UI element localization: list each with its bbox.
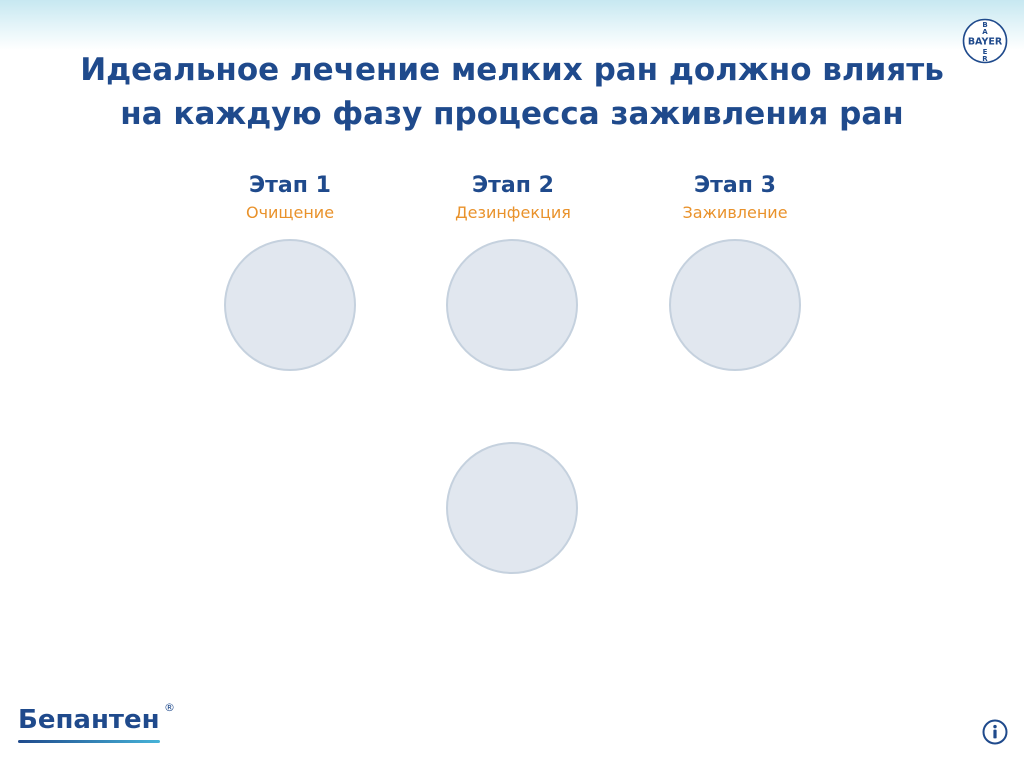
stage-1-subtitle: Очищение: [245, 203, 335, 222]
page-title: Идеальное лечение мелких ран должно влия…: [0, 48, 1024, 136]
registered-mark: ®: [164, 701, 175, 714]
stage-2-circle-button[interactable]: [446, 239, 578, 371]
page-title-line-2: на каждую фазу процесса заживления ран: [120, 96, 904, 132]
stage-2-subtitle: Дезинфекция: [455, 203, 571, 222]
stage-3-title: Этап 3: [694, 173, 776, 198]
brand-name: Бепантен: [18, 705, 160, 735]
brand-logo: Бепантен ®: [18, 702, 175, 748]
stage-1-title: Этап 1: [249, 173, 331, 198]
header-gradient: [0, 0, 1024, 50]
stage-3-heading: Этап 3 Заживление: [635, 170, 835, 224]
page-title-line-1: Идеальное лечение мелких ран должно влия…: [80, 52, 944, 88]
svg-text:A: A: [982, 28, 988, 36]
product-circle-button[interactable]: [446, 442, 578, 574]
stage-2-heading: Этап 2 Дезинфекция: [413, 170, 613, 224]
stage-1-heading: Этап 1 Очищение: [190, 170, 390, 224]
bayer-logo-horizontal-text: BAYER: [968, 37, 1003, 48]
stage-3-circle-button[interactable]: [669, 239, 801, 371]
brand-underline: [18, 740, 160, 743]
stage-3-subtitle: Заживление: [682, 203, 788, 222]
stage-2-title: Этап 2: [472, 173, 554, 198]
stage-1-circle-button[interactable]: [224, 239, 356, 371]
info-icon[interactable]: [982, 719, 1008, 745]
